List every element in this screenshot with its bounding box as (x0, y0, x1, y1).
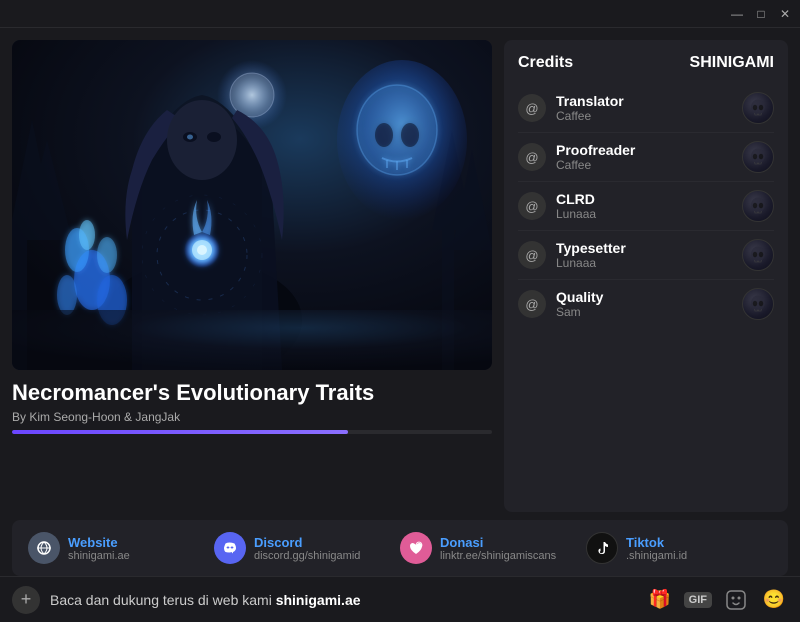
progress-fill (12, 430, 348, 434)
progress-bar (12, 430, 492, 434)
maximize-button[interactable]: □ (754, 7, 768, 21)
credits-brand: SHINIGAMI (690, 54, 774, 72)
credit-row: @ Proofreader Caffee (518, 133, 774, 182)
credit-role: Typesetter (556, 240, 742, 256)
credit-rows: @ Translator Caffee @ Proofreader Caffee (518, 84, 774, 328)
credit-row: @ Translator Caffee (518, 84, 774, 133)
credit-row: @ Quality Sam (518, 280, 774, 328)
bottom-actions: 🎁 GIF 😊 (646, 586, 788, 614)
bottom-bar: + Baca dan dukung terus di web kami shin… (0, 576, 800, 622)
credit-role: Translator (556, 93, 742, 109)
add-button[interactable]: + (12, 586, 40, 614)
social-item-donasi[interactable]: + Donasi linktr.ee/shinigamiscans (400, 532, 586, 564)
main-area: Necromancer's Evolutionary Traits By Kim… (0, 28, 800, 512)
credit-text: Typesetter Lunaaa (556, 240, 742, 270)
credit-avatar (742, 141, 774, 173)
gif-button[interactable]: GIF (684, 592, 712, 608)
at-icon: @ (518, 192, 546, 220)
credit-role: CLRD (556, 191, 742, 207)
credit-text: CLRD Lunaaa (556, 191, 742, 221)
social-item-tiktok[interactable]: Tiktok .shinigami.id (586, 532, 772, 564)
credit-avatar (742, 92, 774, 124)
credit-name: Lunaaa (556, 207, 742, 221)
credit-avatar (742, 288, 774, 320)
at-icon: @ (518, 241, 546, 269)
credit-row: @ CLRD Lunaaa (518, 182, 774, 231)
close-button[interactable]: ✕ (778, 7, 792, 21)
at-icon: @ (518, 94, 546, 122)
social-bar: Website shinigami.ae Discord discord.gg/… (12, 520, 788, 576)
manga-title: Necromancer's Evolutionary Traits (12, 380, 492, 406)
tiktok-icon (586, 532, 618, 564)
credit-role: Quality (556, 289, 742, 305)
credit-row: @ Typesetter Lunaaa (518, 231, 774, 280)
website-label: Website (68, 535, 130, 550)
tiktok-label: Tiktok (626, 535, 687, 550)
tiktok-url: .shinigami.id (626, 550, 687, 562)
credit-text: Translator Caffee (556, 93, 742, 123)
sticker-icon[interactable] (722, 586, 750, 614)
credit-name: Caffee (556, 109, 742, 123)
donasi-icon: + (400, 532, 432, 564)
credit-name: Lunaaa (556, 256, 742, 270)
website-icon (28, 532, 60, 564)
discord-url: discord.gg/shinigamid (254, 550, 360, 562)
website-url: shinigami.ae (68, 550, 130, 562)
social-item-discord[interactable]: Discord discord.gg/shinigamid (214, 532, 400, 564)
titlebar: — □ ✕ (0, 0, 800, 28)
donasi-label: Donasi (440, 535, 556, 550)
bottom-message-prefix: Baca dan dukung terus di web kami (50, 592, 276, 608)
credits-header: Credits SHINIGAMI (518, 54, 774, 72)
manga-author: By Kim Seong-Hoon & JangJak (12, 410, 492, 424)
gift-icon[interactable]: 🎁 (646, 586, 674, 614)
credit-name: Sam (556, 305, 742, 319)
credits-label: Credits (518, 54, 573, 72)
social-items: Website shinigami.ae Discord discord.gg/… (28, 532, 772, 564)
discord-label: Discord (254, 535, 360, 550)
manga-cover-image (12, 40, 492, 370)
credit-avatar (742, 190, 774, 222)
bottom-message-highlight: shinigami.ae (276, 592, 361, 608)
credits-panel: Credits SHINIGAMI @ Translator Caffee @ … (504, 40, 788, 512)
at-icon: @ (518, 290, 546, 318)
credit-text: Quality Sam (556, 289, 742, 319)
bottom-message: Baca dan dukung terus di web kami shinig… (50, 592, 636, 608)
credit-text: Proofreader Caffee (556, 142, 742, 172)
credit-name: Caffee (556, 158, 742, 172)
discord-icon (214, 532, 246, 564)
at-icon: @ (518, 143, 546, 171)
credit-role: Proofreader (556, 142, 742, 158)
cover-panel: Necromancer's Evolutionary Traits By Kim… (12, 40, 492, 512)
minimize-button[interactable]: — (730, 7, 744, 21)
credit-avatar (742, 239, 774, 271)
donasi-url: linktr.ee/shinigamiscans (440, 550, 556, 562)
emoji-icon[interactable]: 😊 (760, 586, 788, 614)
social-item-website[interactable]: Website shinigami.ae (28, 532, 214, 564)
cover-info: Necromancer's Evolutionary Traits By Kim… (12, 380, 492, 434)
